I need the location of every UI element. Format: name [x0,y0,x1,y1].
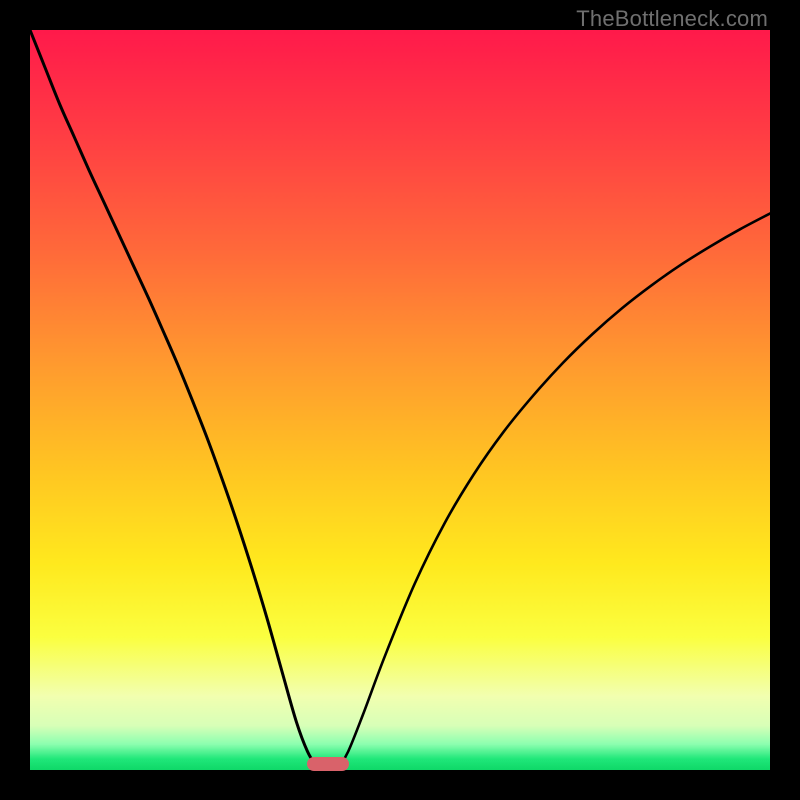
background-gradient [30,30,770,770]
optimal-marker [307,757,349,771]
plot-frame [30,30,770,770]
watermark-text: TheBottleneck.com [576,6,768,32]
